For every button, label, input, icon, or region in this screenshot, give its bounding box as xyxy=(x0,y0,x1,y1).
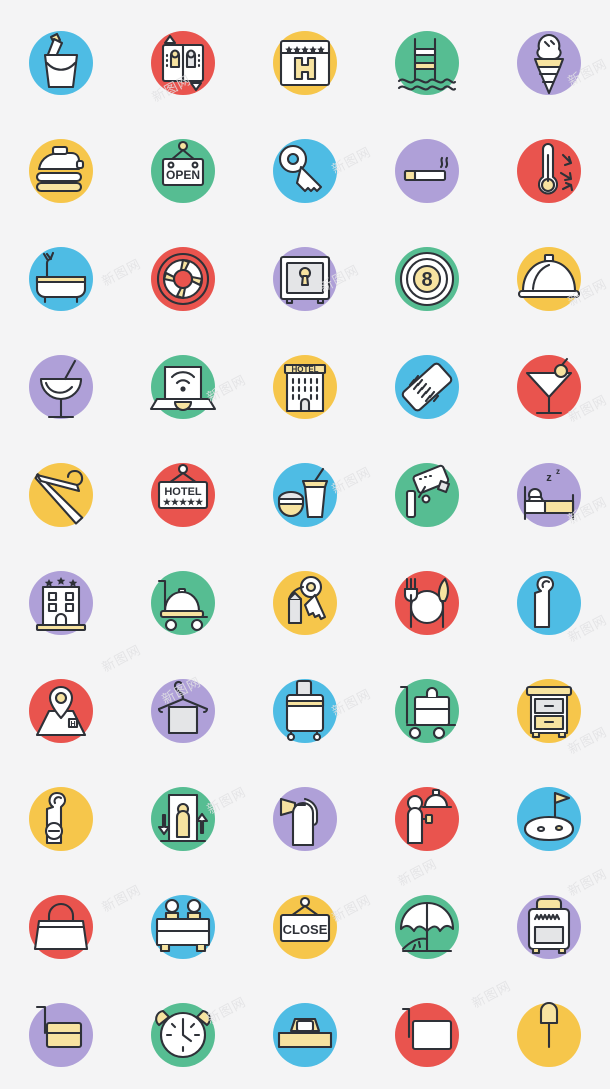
bathtub-icon xyxy=(23,241,99,317)
svg-text:8: 8 xyxy=(421,269,432,291)
open-sign-icon: OPEN xyxy=(145,133,221,209)
backpack-icon xyxy=(511,889,587,965)
key-with-fob-icon xyxy=(267,565,343,641)
fire-extinguisher-icon xyxy=(267,781,343,857)
billiard-ball-icon: 8 xyxy=(389,241,465,317)
svg-text:z: z xyxy=(546,472,552,484)
icon-cell-coat-hanger[interactable] xyxy=(0,441,122,549)
keycard-icon xyxy=(389,349,465,425)
reception-desk-icon xyxy=(145,889,221,965)
elevator-person-icon xyxy=(145,781,221,857)
icon-cell-hotel-building[interactable]: HOTEL xyxy=(244,333,366,441)
thermometer-icon xyxy=(511,133,587,209)
cigarette-icon xyxy=(389,133,465,209)
svg-text:CLOSE: CLOSE xyxy=(283,922,328,937)
icon-grid: OPEN 8 HOTEL HOTEL ★★★★★ z z H CLOSE xyxy=(0,0,610,1067)
svg-text:H: H xyxy=(70,721,75,728)
hotel-stars-sign-icon: HOTEL ★★★★★ xyxy=(145,457,221,533)
tv-screen-cut-icon xyxy=(389,997,465,1073)
icon-cell-beach-umbrella[interactable] xyxy=(366,873,488,981)
bellhop-service-icon xyxy=(389,781,465,857)
icon-cell-open-sign[interactable]: OPEN xyxy=(122,117,244,225)
room-key-icon xyxy=(267,133,343,209)
icon-cell-hanger-towel[interactable] xyxy=(122,657,244,765)
icon-cell-luggage-cart-cut[interactable] xyxy=(0,981,122,1089)
icon-cell-keycard[interactable] xyxy=(366,333,488,441)
hotel-building-icon: HOTEL xyxy=(267,349,343,425)
luggage-trolley-icon xyxy=(389,673,465,749)
icon-cell-room-service-cart[interactable] xyxy=(122,549,244,657)
beach-umbrella-icon xyxy=(389,889,465,965)
icon-cell-billiard-ball[interactable]: 8 xyxy=(366,225,488,333)
icon-cell-fire-extinguisher[interactable] xyxy=(244,765,366,873)
icon-cell-security-camera[interactable] xyxy=(366,441,488,549)
security-camera-icon xyxy=(389,457,465,533)
icon-cell-golf-green[interactable] xyxy=(488,765,610,873)
icon-cell-life-ring[interactable] xyxy=(122,225,244,333)
life-ring-icon xyxy=(145,241,221,317)
icon-cell-key-with-fob[interactable] xyxy=(244,549,366,657)
icon-cell-cigarette[interactable] xyxy=(366,117,488,225)
icon-cell-hotel-sign-h[interactable] xyxy=(244,9,366,117)
lamp-cut-icon xyxy=(511,997,587,1073)
icon-cell-thermometer[interactable] xyxy=(488,117,610,225)
icon-cell-burger-drink[interactable] xyxy=(244,441,366,549)
close-sign-icon: CLOSE xyxy=(267,889,343,965)
icon-cell-lamp-cut[interactable] xyxy=(488,981,610,1089)
icon-cell-taxi-cab-cut[interactable] xyxy=(244,981,366,1089)
cocktail-glass-icon xyxy=(23,349,99,425)
handbag-icon xyxy=(23,889,99,965)
icon-cell-clothes-iron[interactable] xyxy=(0,117,122,225)
ice-cream-cone-icon xyxy=(511,25,587,101)
icon-cell-door-hanger[interactable] xyxy=(488,549,610,657)
burger-drink-icon xyxy=(267,457,343,533)
icon-cell-plate-cutlery[interactable] xyxy=(366,549,488,657)
svg-text:★★★★★: ★★★★★ xyxy=(163,497,204,507)
icon-cell-pool-ladder[interactable] xyxy=(366,9,488,117)
plate-cutlery-icon xyxy=(389,565,465,641)
svg-text:z: z xyxy=(556,467,560,476)
icon-cell-hotel-stars-sign[interactable]: HOTEL ★★★★★ xyxy=(122,441,244,549)
icon-cell-map-pin-hotel[interactable]: H xyxy=(0,657,122,765)
taxi-cab-cut-icon xyxy=(267,997,343,1073)
room-service-cart-icon xyxy=(145,565,221,641)
coat-hanger-icon xyxy=(23,457,99,533)
map-pin-hotel-icon: H xyxy=(23,673,99,749)
svg-text:OPEN: OPEN xyxy=(166,168,200,182)
hotel-three-stars-icon xyxy=(23,565,99,641)
icon-cell-martini-cherry[interactable] xyxy=(488,333,610,441)
hotel-sign-h-icon xyxy=(267,25,343,101)
icon-cell-alarm-clock-cut[interactable] xyxy=(122,981,244,1089)
icon-cell-elevator-person[interactable] xyxy=(122,765,244,873)
icon-cell-nightstand[interactable] xyxy=(488,657,610,765)
icon-cell-luggage-trolley[interactable] xyxy=(366,657,488,765)
do-not-disturb-icon xyxy=(23,781,99,857)
golf-green-icon xyxy=(511,781,587,857)
icon-cell-champagne-bucket[interactable] xyxy=(0,9,122,117)
icon-cell-elevator-lift[interactable] xyxy=(122,9,244,117)
clothes-iron-icon xyxy=(23,133,99,209)
icon-cell-handbag[interactable] xyxy=(0,873,122,981)
luggage-cart-cut-icon xyxy=(23,997,99,1073)
pool-ladder-icon xyxy=(389,25,465,101)
icon-cell-hotel-three-stars[interactable] xyxy=(0,549,122,657)
icon-cell-do-not-disturb[interactable] xyxy=(0,765,122,873)
icon-cell-close-sign[interactable]: CLOSE xyxy=(244,873,366,981)
champagne-bucket-icon xyxy=(23,25,99,101)
icon-cell-cocktail-glass[interactable] xyxy=(0,333,122,441)
